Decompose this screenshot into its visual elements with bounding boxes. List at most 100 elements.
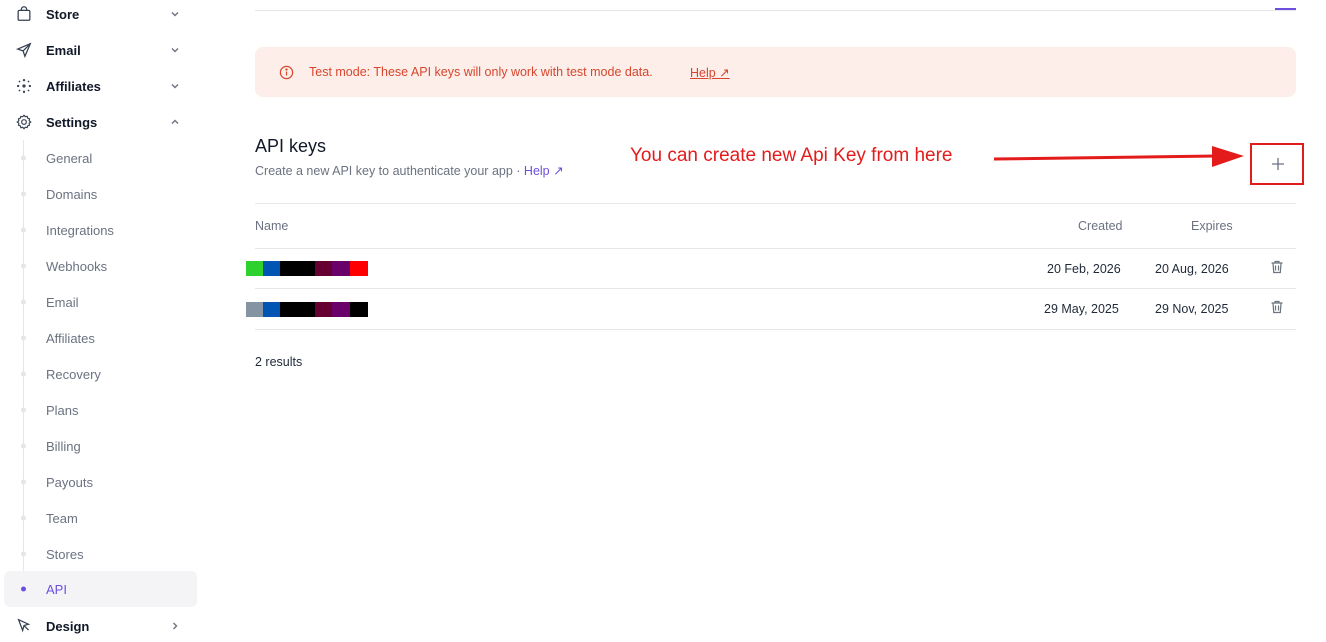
chevron-right-icon [173,622,178,630]
annotation-text: You can create new Api Key from here [630,145,953,166]
cursor-icon [17,618,31,633]
redaction-block [298,302,315,317]
nav-design-label: Design [46,618,90,634]
annotation-arrow-icon [993,146,1244,167]
redaction-block [350,261,368,276]
nav-store[interactable]: Store [0,0,200,32]
redaction-block [332,302,350,317]
chevron-down-icon [171,12,179,17]
nav-store-label: Store [46,6,80,22]
redaction-block [280,261,298,276]
settings-item-label: Stores [46,546,84,562]
plus-icon [1272,158,1284,170]
settings-item-general[interactable]: General [0,140,197,176]
column-header-created: Created [1078,219,1123,233]
network-icon [16,78,32,94]
add-api-key-button[interactable] [1264,150,1292,178]
tree-dot [21,191,26,197]
table-row-divider [255,288,1296,289]
settings-item-affiliates[interactable]: Affiliates [0,320,197,356]
settings-item-integrations[interactable]: Integrations [0,212,197,248]
settings-item-label: Webhooks [46,258,108,274]
settings-item-label: Affiliates [46,330,95,346]
redaction-block [263,261,280,276]
settings-item-label: General [46,150,93,166]
table-header-divider [255,248,1296,249]
column-header-name: Name [255,219,289,233]
tabs-divider [255,10,1296,11]
redaction-block [280,302,298,317]
send-icon [15,42,32,59]
table-bottom-divider [255,329,1296,330]
settings-item-label: Plans [46,402,79,418]
redaction-block [350,302,368,317]
cell-expires: 20 Aug, 2026 [1155,262,1229,276]
settings-item-label: Billing [46,438,81,454]
settings-item-domains[interactable]: Domains [0,176,197,212]
tree-dot [21,227,26,233]
settings-item-billing[interactable]: Billing [0,428,197,464]
chevron-down-icon [171,84,179,89]
redaction-block [332,261,350,276]
bag-icon [17,6,31,21]
banner-help-link[interactable]: Help ↗ [690,65,730,80]
cell-created: 29 May, 2025 [1044,302,1119,316]
nav-affiliates[interactable]: Affiliates [0,68,200,104]
redaction-block [263,302,280,317]
tree-dot [21,299,26,305]
tree-dot [21,551,26,557]
info-icon [279,65,294,79]
settings-item-email[interactable]: Email [0,284,197,320]
tree-dot-active [21,586,26,592]
redacted-key-name [246,261,368,276]
redaction-block [246,261,263,276]
active-tab-indicator [1275,8,1296,10]
redaction-block [246,302,263,317]
gear-icon [16,114,32,130]
redaction-block [315,302,332,317]
page-title: API keys [255,136,327,156]
settings-item-label: Integrations [46,222,114,238]
results-count: 2 results [255,355,303,369]
tree-dot [21,443,26,449]
description-text: Create a new API key to authenticate you… [255,164,524,178]
settings-item-label: Recovery [46,366,101,382]
cell-expires: 29 Nov, 2025 [1155,302,1229,316]
tree-dot [21,515,26,521]
nav-settings[interactable]: Settings [0,104,200,140]
settings-item-recovery[interactable]: Recovery [0,356,197,392]
settings-item-label: Payouts [46,474,93,490]
settings-item-payouts[interactable]: Payouts [0,464,197,500]
nav-email[interactable]: Email [0,32,200,68]
settings-item-webhooks[interactable]: Webhooks [0,248,197,284]
test-mode-banner: Test mode: These API keys will only work… [255,47,1296,97]
tree-dot [21,155,26,161]
tree-dot [21,479,26,485]
settings-item-label: Domains [46,186,98,202]
redaction-block [298,261,315,276]
cell-created: 20 Feb, 2026 [1047,262,1121,276]
delete-key-trash-icon[interactable] [1269,259,1285,275]
chevron-down-icon [171,48,179,53]
settings-item-team[interactable]: Team [0,500,197,536]
settings-item-label: API [46,581,67,597]
settings-item-label: Email [46,294,79,310]
nav-email-label: Email [46,42,81,58]
tree-dot [21,335,26,341]
delete-key-trash-icon[interactable] [1269,299,1285,315]
page-description: Create a new API key to authenticate you… [255,163,564,178]
nav-affiliates-label: Affiliates [46,78,101,94]
settings-item-api[interactable]: API [4,571,197,607]
redaction-block [315,261,332,276]
settings-item-label: Team [46,510,78,526]
tree-dot [21,371,26,377]
nav-design[interactable]: Design [0,608,200,642]
sidebar: Store Email Affiliates Settings General … [0,0,205,642]
settings-item-plans[interactable]: Plans [0,392,197,428]
nav-settings-label: Settings [46,114,98,130]
settings-item-stores[interactable]: Stores [0,536,197,572]
redacted-key-name [246,302,368,317]
column-header-expires: Expires [1191,219,1233,233]
help-link[interactable]: Help ↗ [524,164,564,178]
chevron-up-icon [171,119,179,124]
